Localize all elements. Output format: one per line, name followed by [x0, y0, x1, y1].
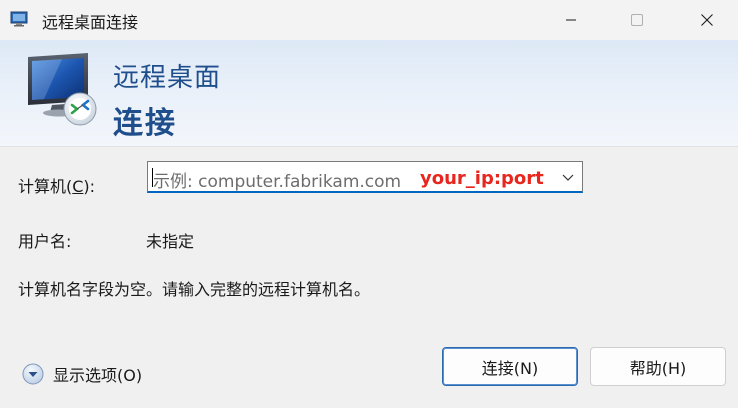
- username-value: 未指定: [146, 232, 195, 251]
- close-button[interactable]: [684, 0, 730, 40]
- minimize-button[interactable]: [548, 0, 594, 40]
- username-label: 用户名:: [18, 232, 72, 251]
- divider: [0, 146, 738, 147]
- computer-label-hotkey: C: [72, 177, 84, 196]
- banner-title-line1: 远程桌面: [113, 63, 222, 93]
- maximize-button[interactable]: [614, 0, 660, 40]
- remote-desktop-monitor-icon: [28, 53, 97, 126]
- empty-computer-warning: 计算机名字段为空。请输入完整的远程计算机名。: [18, 280, 371, 299]
- show-options-toggle[interactable]: 显示选项(O): [22, 362, 142, 386]
- header-banner: 远程桌面 连接: [0, 40, 738, 146]
- close-icon: [701, 14, 713, 26]
- ip-port-annotation: your_ip:port: [420, 168, 544, 189]
- window-title: 远程桌面连接: [42, 13, 139, 32]
- computer-input-placeholder[interactable]: 示例: computer.fabrikam.com: [153, 167, 401, 192]
- maximize-icon: [631, 14, 643, 26]
- computer-label-suffix: ):: [83, 177, 96, 196]
- help-button[interactable]: 帮助(H): [590, 347, 726, 386]
- banner-title-line2: 连接: [113, 106, 177, 141]
- connect-button[interactable]: 连接(N): [442, 347, 578, 386]
- show-options-label[interactable]: 显示选项(O): [53, 362, 142, 386]
- computer-label: 计算机(C):: [18, 173, 95, 197]
- title-bar: 远程桌面连接: [0, 0, 738, 40]
- minimize-icon: [566, 19, 576, 21]
- chevron-down-icon[interactable]: [560, 169, 576, 185]
- remote-desktop-app-icon: [10, 11, 28, 27]
- chevron-down-circle-icon: [22, 363, 44, 385]
- computer-label-prefix: 计算机(: [18, 177, 73, 196]
